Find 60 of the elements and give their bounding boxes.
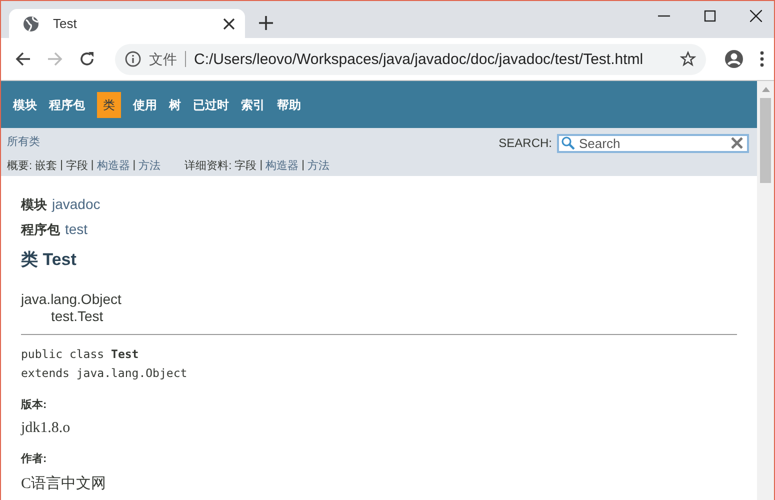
section-link[interactable]: 构造器 [96,158,130,172]
package-link[interactable]: test [65,221,88,237]
close-icon[interactable] [750,10,762,22]
section-text: 字段 [234,158,257,172]
search-box[interactable]: Search [557,134,749,152]
nav-link[interactable]: 类 [97,92,121,118]
tag-value: jdk1.8.o [21,420,72,437]
section-text: 嵌套 [35,158,58,172]
separator: | [132,159,136,171]
separator: | [90,159,94,171]
globe-icon [23,16,39,32]
scrollbar-thumb[interactable] [760,98,771,183]
nav-link[interactable]: 已过时 [187,92,235,118]
module-label: 模块 [21,197,47,212]
signature-line: extends java.lang.Object [21,365,188,382]
section-link[interactable]: 方法 [307,158,330,172]
nav-link[interactable]: 程序包 [43,92,91,118]
nav-link[interactable]: 索引 [235,92,271,118]
nav-link[interactable]: 模块 [7,92,43,118]
section-label: 详细资料: [184,158,232,172]
search-label: SEARCH: [498,136,552,150]
separator: | [260,159,263,171]
account-icon[interactable] [724,49,744,69]
separator: | [60,159,63,171]
clear-icon[interactable] [731,137,743,149]
more-icon[interactable] [760,51,764,67]
section-link[interactable]: 方法 [138,158,161,172]
browser-tab[interactable]: Test [9,9,245,38]
hierarchy-entry: test.Test [50,308,104,325]
reload-icon[interactable] [79,51,95,67]
close-icon[interactable] [223,18,235,30]
tag-label: 作者: [21,452,48,466]
back-arrow-icon[interactable] [15,51,31,67]
signature-line: public class Test [21,346,140,363]
hierarchy-entry: java.lang.Object [21,291,122,308]
tag-label: 版本: [21,398,48,412]
scrollbar[interactable] [757,81,774,500]
plus-icon[interactable] [259,16,273,30]
tab-title: Test [53,16,78,31]
module-link[interactable]: javadoc [52,196,100,212]
separator: | [302,159,304,171]
search-field[interactable]: Search [579,136,727,150]
section-text: 字段 [66,158,88,172]
search-icon [561,136,575,150]
nav-link[interactable]: 使用 [127,92,163,118]
info-icon[interactable] [125,51,141,67]
tag-value: C语言中文网 [21,474,108,493]
star-icon[interactable] [680,51,696,67]
scheme-label: 文件 [149,51,186,67]
nav-link[interactable]: 树 [163,92,187,118]
all-classes-link[interactable]: 所有类 [7,134,40,148]
maximize-icon[interactable] [704,10,716,22]
address-bar[interactable]: 文件 C:/Users/leovo/Workspaces/java/javadoc/doc/javadoc/test/Test.html [115,44,706,74]
class-title: 类 Test [21,249,78,271]
section-label: 概要: [7,158,32,172]
forward-arrow-icon [47,51,63,67]
section-link[interactable]: 构造器 [266,158,299,172]
url-text: C:/Users/leovo/Workspaces/java/javadoc/doc/javadoc/test/Test.html [194,50,644,68]
nav-link[interactable]: 帮助 [271,92,307,118]
package-label: 程序包 [21,222,60,237]
